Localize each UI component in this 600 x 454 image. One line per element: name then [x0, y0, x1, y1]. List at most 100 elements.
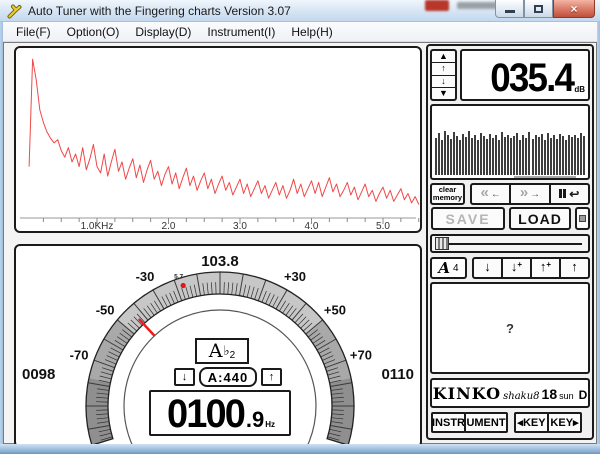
- x-axis-tick-label: 2.0: [162, 221, 176, 231]
- waveform-bar: [519, 140, 521, 175]
- minimize-button[interactable]: [495, 0, 524, 18]
- load-button[interactable]: LOAD: [509, 207, 571, 230]
- range-min-label: 0098: [22, 366, 55, 383]
- rewind-button[interactable]: « ←: [472, 185, 511, 203]
- level-up-button[interactable]: ↑: [432, 63, 455, 75]
- frequency-integer: 0100: [167, 397, 244, 431]
- gauge-top-value: 103.8: [201, 253, 239, 270]
- waveform-bar: [453, 132, 455, 175]
- spectrum-panel: 1.0KHz 2.0 3.0 4.0 5.0: [14, 46, 422, 233]
- waveform-bar: [535, 135, 537, 175]
- reference-up-button[interactable]: ↑: [261, 368, 282, 386]
- control-panel: ▲ ↑ ↓ ▼ 035.4 dB clear memory « ← » →: [426, 44, 594, 440]
- waveform-bar: [462, 134, 464, 175]
- pitch-up-button[interactable]: ↑: [561, 259, 588, 277]
- waveform-bar: [565, 140, 567, 175]
- instrument-display: KINKO shaku8 18 sun D: [430, 378, 590, 408]
- waveform-bars: [435, 131, 585, 175]
- menu-help[interactable]: Help(H): [283, 23, 340, 41]
- waveform-bar: [562, 136, 564, 175]
- pitch-octave: 4: [453, 263, 459, 274]
- pitch-down-button[interactable]: ↓: [474, 259, 503, 277]
- frequency-fraction: .9: [246, 409, 264, 431]
- instrument-size-unit: sun: [559, 391, 574, 401]
- note-letter: A: [209, 342, 223, 361]
- level-up-fast-button[interactable]: ▲: [432, 51, 455, 63]
- level-down-fast-button[interactable]: ▼: [432, 88, 455, 99]
- waveform-bar: [459, 140, 461, 175]
- waveform-bar: [571, 137, 573, 175]
- marker-dot: [181, 283, 186, 288]
- waveform-bar: [447, 135, 449, 175]
- waveform-bar: [541, 134, 543, 175]
- pitch-down-fine-button[interactable]: ↓ +: [503, 259, 532, 277]
- down-arrow-icon: ↓: [182, 371, 188, 383]
- maximize-button[interactable]: [524, 0, 553, 18]
- waveform-bar: [471, 138, 473, 175]
- key-prev-button[interactable]: ◂KEY: [514, 412, 549, 433]
- waveform-display: [430, 104, 590, 180]
- waveform-bar: [528, 132, 530, 175]
- pitch-display[interactable]: A 4: [430, 257, 467, 279]
- x-axis-tick-label: 5.0: [376, 221, 390, 231]
- instrument-next-button[interactable]: UMENT: [464, 412, 508, 433]
- stop-button[interactable]: [575, 207, 590, 230]
- clear-memory-button[interactable]: clear memory: [430, 183, 465, 205]
- window-border: [0, 22, 3, 454]
- forward-button[interactable]: » →: [511, 185, 550, 203]
- close-button[interactable]: ×: [553, 0, 595, 18]
- waveform-bar: [532, 139, 534, 175]
- transport-controls: « ← » → ↩: [470, 183, 590, 205]
- fingering-placeholder: ?: [506, 321, 514, 336]
- waveform-bar: [583, 136, 585, 175]
- waveform-bar: [468, 131, 470, 175]
- pause-return-button[interactable]: ↩: [551, 185, 588, 203]
- waveform-bar: [507, 135, 509, 175]
- spectrum-trace: [29, 59, 419, 204]
- waveform-bar: [438, 133, 440, 175]
- waveform-bar: [450, 139, 452, 175]
- waveform-bar: [550, 138, 552, 175]
- reference-down-button[interactable]: ↓: [174, 368, 195, 386]
- minimize-icon: [505, 10, 515, 13]
- menu-display[interactable]: Display(D): [127, 23, 199, 41]
- instrument-style: shaku8: [503, 391, 539, 402]
- up-arrow-icon: ↑: [571, 259, 578, 276]
- x-axis-tick-label: 4.0: [305, 221, 319, 231]
- level-down-button[interactable]: ↓: [432, 76, 455, 88]
- menu-file[interactable]: File(F): [8, 23, 59, 41]
- reference-pitch-display: A:440: [199, 367, 257, 387]
- note-display: A ♭ 2: [195, 338, 249, 364]
- waveform-scrollbar[interactable]: [514, 176, 576, 178]
- x-axis-tick-label: 1.0KHz: [81, 221, 114, 231]
- level-display: 035.4 dB: [460, 49, 590, 101]
- instrument-key: D: [579, 388, 588, 402]
- pitch-up-fine-button[interactable]: ↑ +: [532, 259, 561, 277]
- instrument-brand: KINKO: [433, 384, 501, 403]
- waveform-bar: [441, 140, 443, 175]
- slider-thumb[interactable]: [435, 237, 449, 250]
- waveform-bar: [544, 140, 546, 175]
- forward-icon: »: [520, 185, 528, 200]
- slider-track[interactable]: [448, 243, 582, 245]
- save-button[interactable]: SAVE: [431, 207, 505, 230]
- down-arrow-icon: ↓: [484, 259, 491, 276]
- level-adjust-buttons: ▲ ↑ ↓ ▼: [430, 49, 457, 101]
- range-max-label: 0110: [381, 366, 414, 383]
- waveform-bar: [486, 139, 488, 175]
- key-next-button[interactable]: KEY▸: [547, 412, 582, 433]
- waveform-bar: [516, 133, 518, 175]
- cents-label: +30: [284, 269, 306, 284]
- stop-icon: [579, 215, 586, 222]
- cents-label: +70: [350, 348, 372, 363]
- waveform-bar: [480, 133, 482, 175]
- x-axis-tick-label: 3.0: [233, 221, 247, 231]
- menu-option[interactable]: Option(O): [59, 23, 128, 41]
- frequency-display: 0100 .9 Hz: [149, 390, 291, 436]
- window-border: [0, 444, 600, 454]
- menu-instrument[interactable]: Instrument(I): [199, 23, 283, 41]
- waveform-bar: [580, 133, 582, 175]
- waveform-bar: [513, 136, 515, 175]
- instrument-prev-button[interactable]: INSTR: [431, 412, 466, 433]
- waveform-bar: [525, 138, 527, 175]
